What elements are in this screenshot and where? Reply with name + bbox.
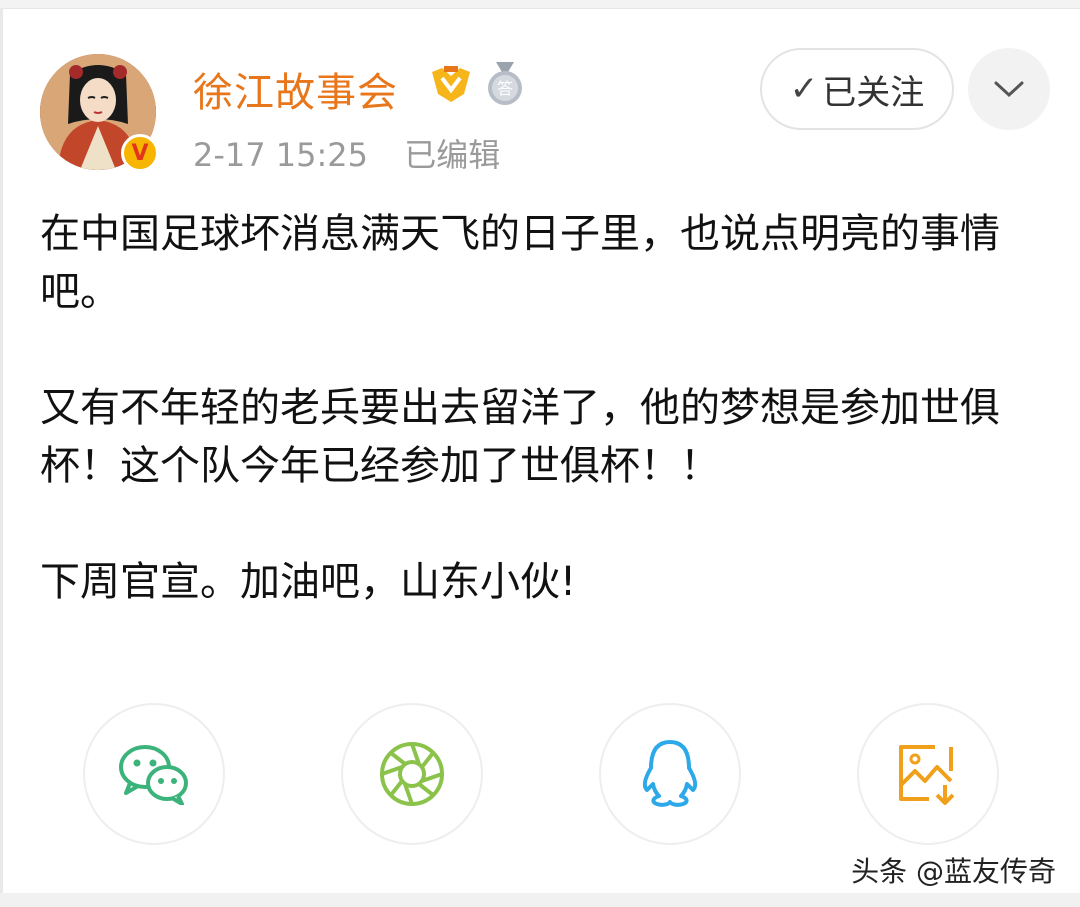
moments-icon	[380, 742, 444, 806]
share-save-image-button[interactable]	[857, 703, 999, 845]
svg-text:答: 答	[497, 79, 513, 98]
edited-label: 已编辑	[404, 136, 501, 174]
post-paragraph: 下周官宣。加油吧，山东小伙!	[40, 559, 577, 605]
left-border	[0, 8, 3, 893]
share-wechat-button[interactable]	[83, 703, 225, 845]
follow-button[interactable]: ✓ 已关注	[760, 48, 954, 130]
save-image-icon	[899, 745, 955, 805]
post-time: 2-17 15:25	[193, 136, 369, 174]
share-qq-button[interactable]	[599, 703, 741, 845]
vip-badge-icon[interactable]	[430, 64, 472, 104]
watermark: 头条 @蓝友传奇	[851, 855, 1056, 888]
check-icon: ✓	[789, 69, 819, 109]
username[interactable]: 徐江故事会	[193, 60, 398, 118]
answer-medal-icon[interactable]: 答	[484, 62, 526, 106]
chevron-down-icon	[994, 81, 1024, 98]
top-divider	[0, 0, 1080, 9]
post-content: 在中国足球坏消息满天飞的日子里，也说点明亮的事情吧。 又有不年轻的老兵要出去留洋…	[40, 205, 1040, 669]
share-moments-button[interactable]	[341, 703, 483, 845]
follow-label: 已关注	[822, 72, 925, 113]
bottom-divider	[0, 893, 1080, 907]
wechat-icon	[119, 745, 188, 805]
qq-icon	[642, 740, 698, 807]
more-options-button[interactable]	[968, 48, 1050, 130]
post-paragraph: 又有不年轻的老兵要出去留洋了，他的梦想是参加世俱杯！这个队今年已经参加了世俱杯！…	[40, 385, 1000, 489]
post-paragraph: 在中国足球坏消息满天飞的日子里，也说点明亮的事情吧。	[40, 211, 1000, 315]
verified-badge: V	[121, 134, 159, 172]
post-meta: 2-17 15:25 已编辑	[193, 130, 526, 176]
